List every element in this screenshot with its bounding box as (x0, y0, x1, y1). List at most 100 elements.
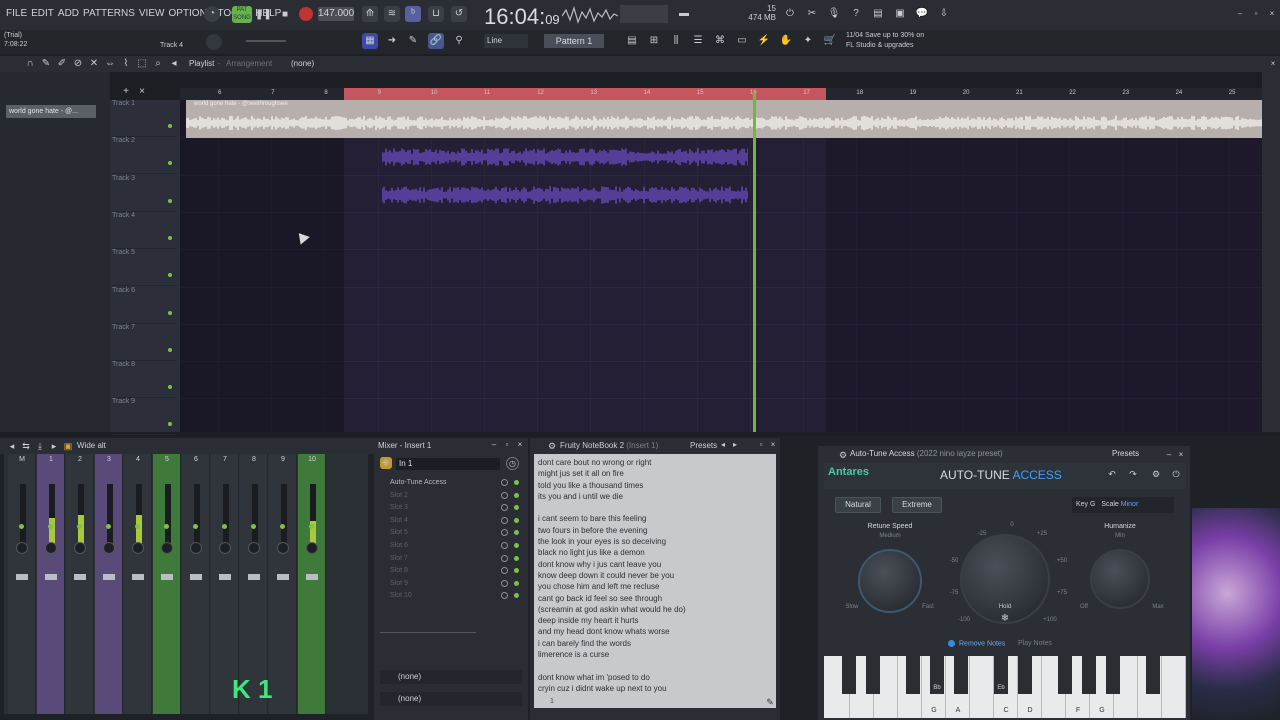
effect-slot[interactable]: Slot 8 (390, 565, 408, 577)
gear-icon[interactable]: ⚙ (546, 440, 558, 452)
black-key[interactable] (1146, 656, 1160, 694)
pitch-dial[interactable] (960, 534, 1050, 624)
black-key[interactable] (1058, 656, 1072, 694)
volume-fader[interactable] (190, 574, 202, 580)
track-enabled-led[interactable] (168, 310, 172, 315)
slot-enable-led[interactable] (514, 517, 519, 523)
notebook-close-icon[interactable]: × (768, 440, 778, 450)
waveform-track2[interactable] (382, 146, 748, 168)
help-icon[interactable]: ? (848, 6, 864, 22)
snowflake-icon[interactable]: ❄ (998, 612, 1012, 626)
strip-led[interactable] (193, 524, 198, 529)
effect-slot[interactable]: Slot 4 (390, 515, 408, 527)
volume-fader[interactable] (161, 574, 173, 580)
metronome-icon[interactable]: ◔ (204, 6, 220, 22)
insert-slider[interactable] (380, 632, 476, 633)
track-header[interactable]: Track 4 (112, 212, 176, 249)
mixer-menu-icon[interactable]: ▸ (48, 440, 60, 452)
mixer-strip[interactable]: 4 (124, 454, 152, 714)
prev-preset-icon[interactable]: ◂ (718, 440, 728, 450)
track-header[interactable]: Track 5 (112, 249, 176, 287)
mixer-view[interactable]: Wide alt (77, 441, 106, 450)
paint-tool-icon[interactable]: ✐ (56, 58, 68, 70)
strip-led[interactable] (77, 524, 82, 529)
key-scale-select[interactable]: Key G Scale Minor (1072, 497, 1174, 513)
delete-tool-icon[interactable]: ⊘ (72, 58, 84, 70)
remove-notes-toggle[interactable]: Remove Notes (948, 640, 1005, 647)
pan-knob[interactable] (45, 542, 57, 554)
draw-tool-icon[interactable]: ✎ (40, 58, 52, 70)
strip-led[interactable] (106, 524, 111, 529)
track-header[interactable]: Track 2 (112, 137, 176, 175)
pan-knob[interactable] (74, 542, 86, 554)
playback-tool-icon[interactable]: ◂ (168, 58, 180, 70)
piano-roll-icon[interactable]: ▦ (362, 33, 378, 49)
select-tool-icon[interactable]: ⬚ (136, 58, 148, 70)
close-icon[interactable]: × (1264, 6, 1280, 22)
slot-mix-knob[interactable] (501, 516, 508, 524)
autotune-presets[interactable]: Presets (1112, 449, 1139, 458)
channel-rack-icon[interactable]: ⊞ (646, 33, 662, 49)
arrow-icon[interactable]: ➜ (384, 33, 400, 49)
mute-tool-icon[interactable]: ✕ (88, 58, 100, 70)
mixer-strip[interactable]: 10 (298, 454, 326, 714)
track-header[interactable]: Track 7 (112, 324, 176, 361)
step-icon[interactable]: ⊔ (428, 6, 444, 22)
pause-icon[interactable]: ❚❚ (255, 7, 272, 23)
page-number[interactable]: 1 (550, 698, 554, 705)
playlist-selection[interactable]: (none) (291, 59, 314, 68)
black-key[interactable] (1106, 656, 1120, 694)
mixer-strip[interactable]: 9 (269, 454, 297, 714)
track-header[interactable]: Track 6 (112, 287, 176, 324)
tempo-display[interactable]: 147.000 (318, 7, 354, 21)
zoom-tool-icon[interactable]: ⌕ (152, 58, 164, 70)
white-key[interactable] (1162, 656, 1186, 718)
mixer-strip[interactable]: 2 (66, 454, 94, 714)
snap-icon[interactable]: ⟰ (362, 6, 378, 22)
download-icon[interactable]: ⇩ (936, 6, 952, 22)
record-button[interactable] (299, 7, 313, 21)
volume-fader[interactable] (16, 574, 28, 580)
redo-icon[interactable]: ↷ (1127, 468, 1139, 480)
mixer-layout-icon[interactable]: ▣ (62, 440, 74, 452)
pan-knob[interactable] (277, 542, 289, 554)
volume-fader[interactable] (45, 574, 57, 580)
playlist-icon[interactable]: ▤ (624, 33, 640, 49)
menu-file[interactable]: FILE (6, 8, 27, 19)
notebook-text[interactable]: dont care bout no wrong or right might j… (538, 457, 768, 694)
autotune-gear-icon[interactable]: ⚙ (838, 450, 848, 460)
retune-speed-knob[interactable] (858, 549, 922, 613)
power-icon[interactable]: ⏻ (782, 6, 798, 22)
mixer-strip[interactable]: 5 (153, 454, 181, 714)
notebook-presets[interactable]: Presets (690, 441, 717, 450)
menu-view[interactable]: VIEW (139, 8, 165, 19)
black-key[interactable]: Bb (930, 656, 944, 694)
minimize-icon[interactable]: – (1232, 6, 1248, 22)
slot-mix-knob[interactable] (501, 579, 508, 587)
cable-icon[interactable]: ⚡ (756, 33, 772, 49)
strip-led[interactable] (280, 524, 285, 529)
promo-hint[interactable]: 11/04 Save up to 30% on FL Studio & upgra… (846, 31, 924, 51)
insert-close-icon[interactable]: × (515, 440, 525, 450)
volume-fader[interactable] (277, 574, 289, 580)
output-select-1[interactable]: (none) (380, 670, 522, 684)
touch-icon[interactable]: ✦ (800, 33, 816, 49)
undo-icon[interactable]: ↶ (1106, 468, 1118, 480)
black-key[interactable]: Eb (994, 656, 1008, 694)
black-key[interactable] (906, 656, 920, 694)
strip-led[interactable] (48, 524, 53, 529)
tools-icon[interactable]: ✂ (804, 6, 820, 22)
volume-fader[interactable] (132, 574, 144, 580)
chat-icon[interactable]: 💬 (914, 6, 930, 22)
pan-knob[interactable] (248, 542, 260, 554)
track-header[interactable]: Track 1 (112, 100, 176, 137)
slot-enable-led[interactable] (514, 555, 519, 561)
strip-led[interactable] (222, 524, 227, 529)
strip-led[interactable] (19, 524, 24, 529)
effect-slot[interactable]: Slot 2 (390, 490, 408, 502)
wait-icon[interactable]: ≋ (384, 6, 400, 22)
next-preset-icon[interactable]: ▸ (730, 440, 740, 450)
black-key[interactable] (842, 656, 856, 694)
slot-enable-led[interactable] (514, 543, 519, 548)
browser-icon[interactable]: ☰ (690, 33, 706, 49)
